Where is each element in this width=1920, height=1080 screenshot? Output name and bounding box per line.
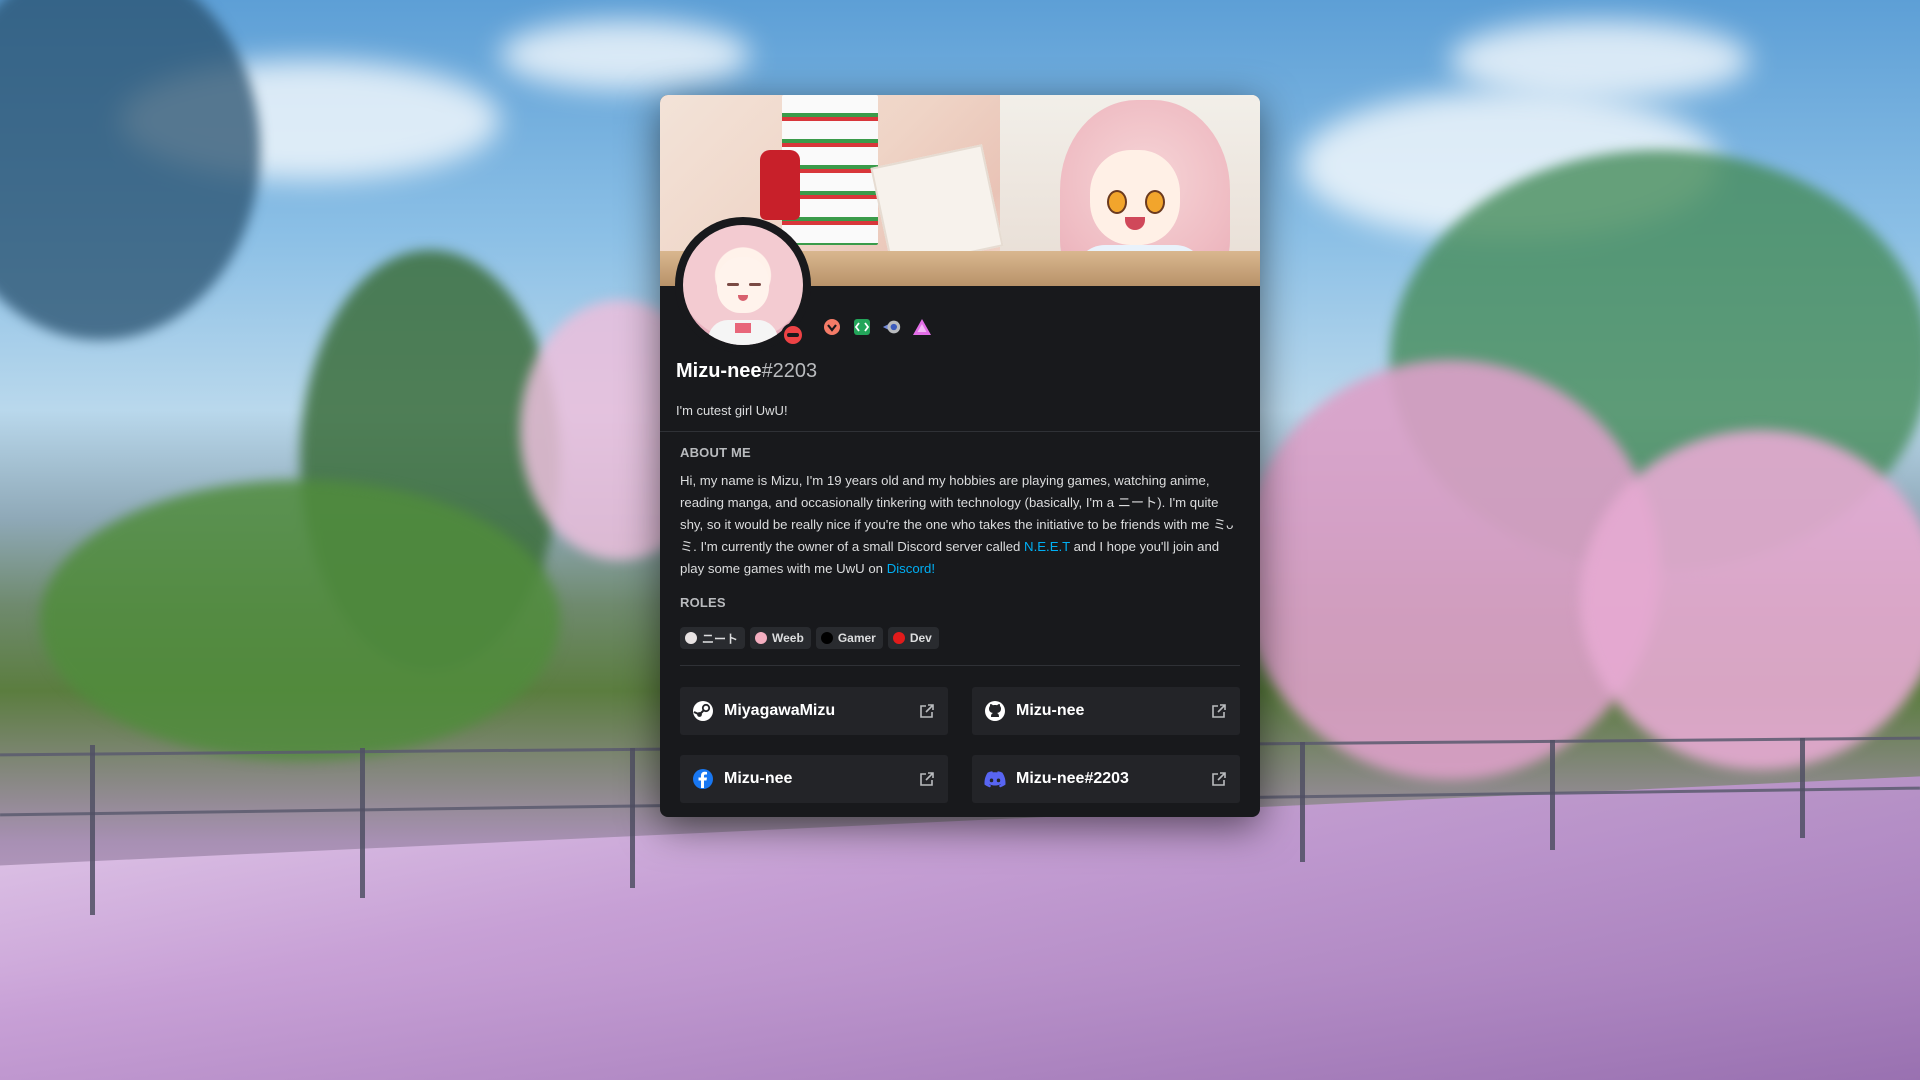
server-link[interactable]: N.E.E.T bbox=[1024, 539, 1070, 554]
role-list: ニート Weeb Gamer Dev bbox=[680, 627, 939, 649]
connection-facebook[interactable]: Mizu-nee bbox=[680, 755, 948, 803]
nitro-boost-icon[interactable] bbox=[882, 317, 902, 337]
role-label: ニート bbox=[702, 631, 739, 646]
role-label: Weeb bbox=[772, 631, 804, 645]
username-discriminator: #2203 bbox=[761, 360, 818, 382]
username: Mizu-nee#2203 bbox=[676, 360, 817, 383]
role-color-dot bbox=[685, 632, 697, 644]
role-dev[interactable]: Dev bbox=[887, 627, 939, 649]
hypesquad-balance-icon[interactable] bbox=[822, 317, 842, 337]
active-developer-icon[interactable] bbox=[852, 317, 872, 337]
about-me-title: About Me bbox=[680, 445, 751, 460]
connection-label: Mizu-nee bbox=[724, 770, 793, 787]
status-dnd-icon bbox=[781, 323, 805, 347]
connection-label: Mizu-nee#2203 bbox=[1016, 770, 1129, 787]
bug-hunter-icon[interactable] bbox=[912, 317, 932, 337]
discord-icon bbox=[984, 768, 1006, 790]
connection-steam[interactable]: MiyagawaMizu bbox=[680, 687, 948, 735]
connection-label: MiyagawaMizu bbox=[724, 702, 836, 719]
external-link-icon[interactable] bbox=[918, 770, 936, 788]
role-label: Gamer bbox=[837, 631, 876, 645]
external-link-icon[interactable] bbox=[1210, 770, 1228, 788]
external-link-icon[interactable] bbox=[1210, 702, 1228, 720]
profile-card: Mizu-nee#2203 I'm cutest girl UwU! About… bbox=[660, 95, 1260, 817]
external-link-icon[interactable] bbox=[918, 702, 936, 720]
avatar-frame bbox=[675, 217, 811, 353]
role-neet[interactable]: ニート bbox=[680, 627, 746, 649]
username-name: Mizu-nee bbox=[676, 360, 762, 382]
divider bbox=[660, 431, 1260, 432]
role-gamer[interactable]: Gamer bbox=[815, 627, 883, 649]
discord-link[interactable]: Discord! bbox=[887, 561, 935, 576]
role-color-dot bbox=[820, 632, 833, 644]
badge-list bbox=[822, 317, 932, 337]
role-color-dot bbox=[755, 632, 768, 644]
about-me-text: Hi, my name is Mizu, I'm 19 years old an… bbox=[680, 470, 1240, 580]
custom-status: I'm cutest girl UwU! bbox=[676, 403, 788, 418]
divider bbox=[680, 665, 1240, 666]
github-icon bbox=[984, 700, 1006, 722]
connection-github[interactable]: Mizu-nee bbox=[972, 687, 1240, 735]
role-label: Dev bbox=[909, 631, 932, 645]
role-weeb[interactable]: Weeb bbox=[750, 627, 811, 649]
roles-title: Roles bbox=[680, 595, 726, 610]
connection-discord[interactable]: Mizu-nee#2203 bbox=[972, 755, 1240, 803]
facebook-icon bbox=[692, 768, 714, 790]
steam-icon bbox=[692, 700, 714, 722]
connection-label: Mizu-nee bbox=[1016, 702, 1085, 719]
role-color-dot bbox=[892, 632, 905, 644]
